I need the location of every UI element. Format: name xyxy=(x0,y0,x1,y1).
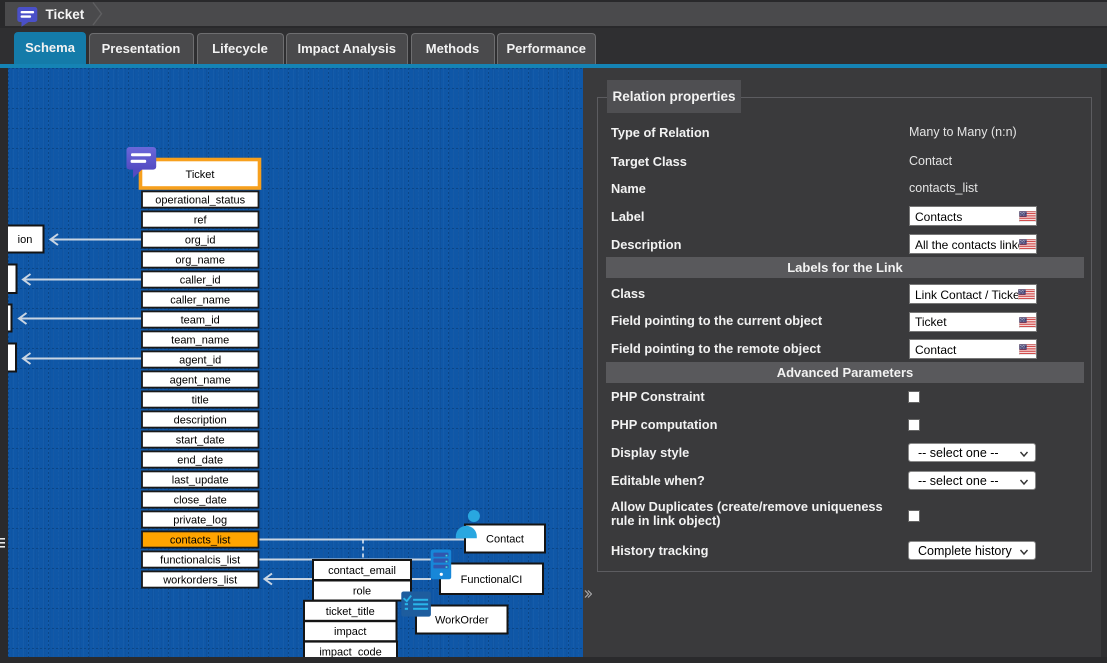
svg-text:ticket_title: ticket_title xyxy=(326,605,375,617)
svg-text:close_date: close_date xyxy=(174,494,227,506)
svg-text:org_name: org_name xyxy=(175,254,225,266)
svg-text:workorders_list: workorders_list xyxy=(162,574,237,586)
svg-text:caller_id: caller_id xyxy=(180,274,221,286)
svg-text:title: title xyxy=(192,394,209,406)
svg-text:description: description xyxy=(174,414,227,426)
svg-text:Contact: Contact xyxy=(486,533,524,545)
svg-text:WorkOrder: WorkOrder xyxy=(435,614,489,626)
svg-text:agent_id: agent_id xyxy=(179,354,221,366)
svg-text:ion: ion xyxy=(18,234,33,246)
svg-text:team_name: team_name xyxy=(171,334,229,346)
svg-text:org_id: org_id xyxy=(185,234,216,246)
svg-text:agent_name: agent_name xyxy=(170,374,231,386)
svg-text:role: role xyxy=(353,585,371,597)
svg-text:impact: impact xyxy=(334,626,366,638)
svg-text:functionalcis_list: functionalcis_list xyxy=(160,554,240,566)
svg-text:caller_name: caller_name xyxy=(170,294,230,306)
svg-text:last_update: last_update xyxy=(172,474,229,486)
svg-text:Ticket: Ticket xyxy=(186,169,215,181)
svg-text:contact_email: contact_email xyxy=(328,565,396,577)
svg-text:FunctionalCI: FunctionalCI xyxy=(461,573,523,585)
svg-text:team_id: team_id xyxy=(181,314,220,326)
svg-text:private_log: private_log xyxy=(173,514,227,526)
svg-text:operational_status: operational_status xyxy=(155,194,245,206)
svg-text:contacts_list: contacts_list xyxy=(170,534,231,546)
svg-text:impact_code: impact_code xyxy=(319,646,381,657)
svg-text:end_date: end_date xyxy=(177,454,223,466)
svg-text:start_date: start_date xyxy=(176,434,225,446)
svg-text:ref: ref xyxy=(194,214,208,226)
